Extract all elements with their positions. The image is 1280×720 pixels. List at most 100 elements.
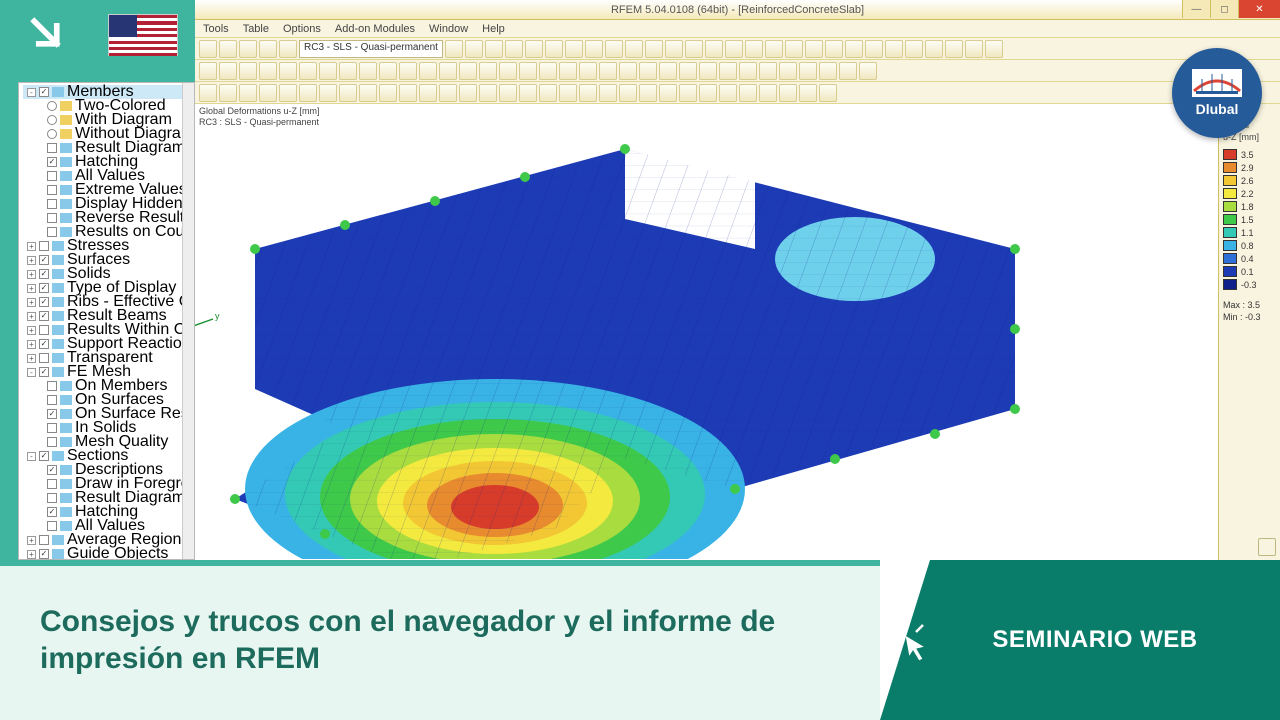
toolbar-button[interactable] [499,62,517,80]
menu-options[interactable]: Options [283,23,321,35]
expander-icon[interactable]: + [27,312,36,321]
checkbox-icon[interactable] [39,353,49,363]
toolbar-button[interactable] [359,84,377,102]
toolbar-button[interactable] [839,62,857,80]
expander-icon[interactable]: + [27,340,36,349]
menu-window[interactable]: Window [429,23,468,35]
checkbox-icon[interactable] [47,395,57,405]
toolbar-button[interactable] [805,40,823,58]
toolbar-button[interactable] [985,40,1003,58]
toolbar-button[interactable] [219,62,237,80]
toolbar-button[interactable] [239,40,257,58]
toolbar-button[interactable] [705,40,723,58]
checkbox-icon[interactable]: ✓ [39,367,49,377]
toolbar-button[interactable] [779,84,797,102]
toolbar-button[interactable] [859,62,877,80]
toolbar-button[interactable] [865,40,883,58]
toolbar-button[interactable] [965,40,983,58]
expander-icon[interactable]: + [27,354,36,363]
toolbar-button[interactable] [539,62,557,80]
toolbar-button[interactable] [639,84,657,102]
checkbox-icon[interactable]: ✓ [47,465,57,475]
toolbar-button[interactable] [579,84,597,102]
toolbar-button[interactable] [785,40,803,58]
toolbar-button[interactable] [259,62,277,80]
toolbar-button[interactable] [259,84,277,102]
toolbar-button[interactable] [739,62,757,80]
radio-icon[interactable] [47,115,57,125]
toolbar-button[interactable] [465,40,483,58]
toolbar-button[interactable] [759,62,777,80]
toolbar-button[interactable] [905,40,923,58]
radio-icon[interactable] [47,101,57,111]
toolbar-button[interactable] [525,40,543,58]
toolbar-button[interactable] [679,84,697,102]
toolbar-button[interactable] [699,84,717,102]
toolbar-button[interactable] [219,40,237,58]
toolbar-button[interactable] [559,62,577,80]
checkbox-icon[interactable]: ✓ [39,283,49,293]
checkbox-icon[interactable] [47,199,57,209]
toolbar-button[interactable] [439,84,457,102]
toolbar-button[interactable] [319,62,337,80]
toolbar-button[interactable] [819,62,837,80]
toolbar-button[interactable] [645,40,663,58]
toolbar-button[interactable] [279,84,297,102]
navigator-tree[interactable]: -✓MembersTwo-ColoredWith DiagramWithout … [18,82,195,560]
toolbar-button[interactable] [319,84,337,102]
toolbar-button[interactable] [239,84,257,102]
scrollbar[interactable] [182,83,194,559]
checkbox-icon[interactable] [47,437,57,447]
toolbar-button[interactable] [599,62,617,80]
checkbox-icon[interactable] [39,241,49,251]
toolbar-button[interactable] [339,84,357,102]
toolbar-button[interactable] [379,62,397,80]
toolbar-button[interactable] [639,62,657,80]
toolbar-button[interactable] [559,84,577,102]
toolbar-button[interactable] [545,40,563,58]
toolbar-button[interactable] [945,40,963,58]
checkbox-icon[interactable]: ✓ [39,339,49,349]
toolbar-button[interactable] [539,84,557,102]
toolbar-button[interactable] [479,84,497,102]
toolbar-button[interactable] [299,84,317,102]
expander-icon[interactable]: + [27,242,36,251]
radio-icon[interactable] [47,129,57,139]
minimize-button[interactable]: — [1182,0,1210,18]
checkbox-icon[interactable]: ✓ [39,297,49,307]
toolbar-button[interactable] [445,40,463,58]
menu-tools[interactable]: Tools [203,23,229,35]
expander-icon[interactable]: - [27,452,36,461]
toolbar-button[interactable] [519,62,537,80]
checkbox-icon[interactable]: ✓ [39,87,49,97]
expander-icon[interactable]: + [27,256,36,265]
toolbar-button[interactable] [439,62,457,80]
toolbar-button[interactable] [299,62,317,80]
toolbar-button[interactable] [825,40,843,58]
checkbox-icon[interactable] [47,423,57,433]
checkbox-icon[interactable] [39,325,49,335]
load-case-select[interactable]: RC3 - SLS - Quasi-permanent [299,40,443,58]
checkbox-icon[interactable] [47,479,57,489]
checkbox-icon[interactable] [47,171,57,181]
toolbar-button[interactable] [199,62,217,80]
toolbar-button[interactable] [719,84,737,102]
toolbar-button[interactable] [239,62,257,80]
viewport-3d[interactable]: Global Deformations u-Z [mm] RC3 : SLS -… [195,104,1280,560]
expander-icon[interactable]: + [27,550,36,559]
expander-icon[interactable]: - [27,368,36,377]
toolbar-button[interactable] [565,40,583,58]
toolbar-button[interactable] [199,84,217,102]
checkbox-icon[interactable] [47,227,57,237]
toolbar-button[interactable] [339,62,357,80]
toolbar-button[interactable] [259,40,277,58]
toolbar-button[interactable] [739,84,757,102]
checkbox-icon[interactable] [39,535,49,545]
checkbox-icon[interactable]: ✓ [39,549,49,559]
toolbar-button[interactable] [379,84,397,102]
toolbar-button[interactable] [505,40,523,58]
toolbar-button[interactable] [765,40,783,58]
toolbar-button[interactable] [699,62,717,80]
maximize-button[interactable]: ◻ [1210,0,1238,18]
toolbar-button[interactable] [779,62,797,80]
